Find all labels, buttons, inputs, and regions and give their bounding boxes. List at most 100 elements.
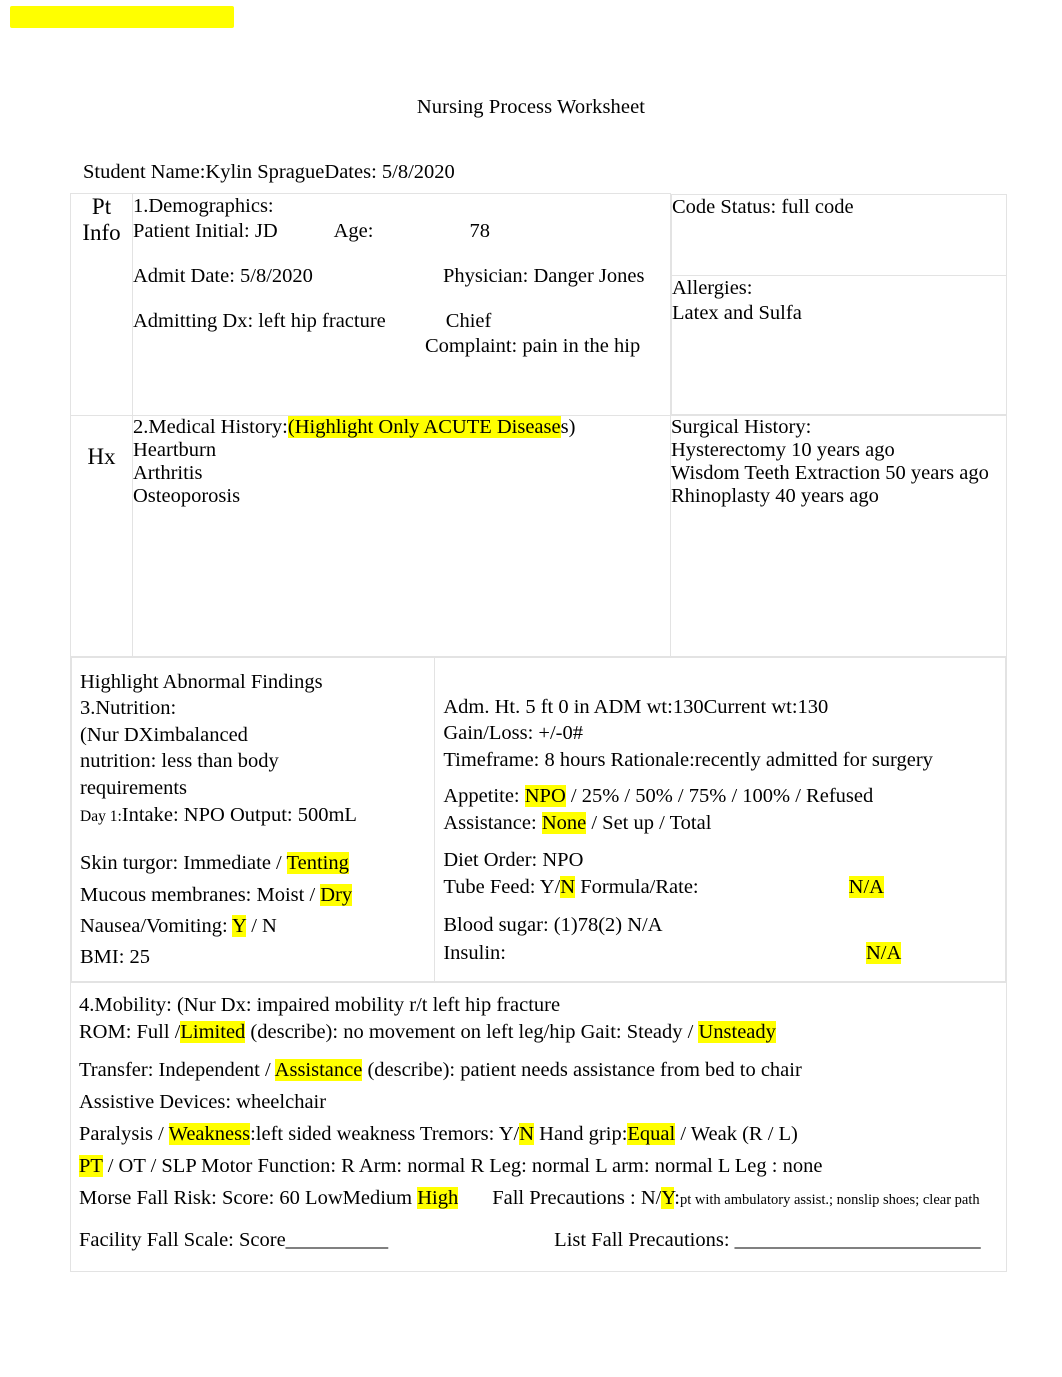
assistance-line: Assistance: None / Set up / Total xyxy=(443,810,999,837)
code-status-text: Code Status: full code xyxy=(672,195,854,218)
allergies-row: Allergies: Latex and Sulfa xyxy=(671,274,1007,415)
insulin-na: N/A xyxy=(865,941,902,964)
nutrition-nurdx-line1: (Nur DXimbalanced xyxy=(80,723,248,746)
row-label-hx: Hx xyxy=(70,414,133,657)
gain-loss: Gain/Loss: +/-0# xyxy=(443,722,584,745)
nausea-label: Nausea/Vomiting: xyxy=(80,914,233,937)
transfer-label: Transfer: Independent / xyxy=(79,1059,275,1082)
diet-order: Diet Order: NPO xyxy=(443,848,584,871)
medical-history-heading-highlight: (Highlight Only ACUTE Disease xyxy=(287,415,561,438)
medical-history-item: Heartburn xyxy=(133,438,217,461)
nausea-rest: / N xyxy=(246,914,277,937)
admitting-dx: Admitting Dx: left hip fracture xyxy=(133,310,386,332)
rom-value: Limited xyxy=(180,1020,246,1043)
facility-blank[interactable]: __________ xyxy=(286,1229,389,1251)
medical-history-item: Arthritis xyxy=(133,461,203,484)
chief-complaint: Complaint: pain in the hip xyxy=(425,335,641,357)
handgrip-rest: / Weak (R / L) xyxy=(675,1123,798,1146)
row-label-pt-line2: Info xyxy=(82,219,121,245)
fall-precautions-detail: pt with ambulatory assist.; nonslip shoe… xyxy=(679,1192,980,1209)
mobility-cell: 4.Mobility: (Nur Dx: impaired mobility r… xyxy=(70,981,1007,1273)
tube-feed-value: N xyxy=(560,876,576,899)
list-precautions-label: List Fall Precautions: xyxy=(554,1229,735,1252)
medical-history-heading: 2.Medical History: xyxy=(133,415,288,438)
allergies-cell: Allergies: Latex and Sulfa xyxy=(671,274,1007,415)
table-row-mobility: 4.Mobility: (Nur Dx: impaired mobility r… xyxy=(70,981,1007,1273)
surgical-history-cell: Surgical History: Hysterectomy 10 years … xyxy=(670,414,1007,657)
assistive-devices: Assistive Devices: wheelchair xyxy=(79,1091,327,1114)
page-title: Nursing Process Worksheet xyxy=(416,96,646,118)
assistance-label: Assistance: xyxy=(443,812,542,835)
nutrition-intake-output-line: Day 1:Intake: NPO Output: 500mL xyxy=(80,802,428,829)
age-value: 78 xyxy=(469,220,490,242)
morse-value: High xyxy=(417,1187,459,1210)
nausea-vomiting-line: Nausea/Vomiting: Y / N xyxy=(80,911,428,942)
transfer-line: Transfer: Independent / Assistance (desc… xyxy=(79,1055,1000,1087)
student-name-and-dates: Student Name:Kylin SpragueDates: 5/8/202… xyxy=(83,161,455,183)
fall-precautions-value: Y xyxy=(661,1187,675,1210)
tube-feed-line: Tube Feed: Y/N Formula/Rate: N/A xyxy=(443,874,999,902)
row-label-hx-text: Hx xyxy=(87,443,116,469)
day-label: Day 1: xyxy=(80,807,122,825)
rom-label: ROM: Full / xyxy=(79,1020,181,1043)
appetite-line: Appetite: NPO / 25% / 50% / 75% / 100% /… xyxy=(443,783,999,810)
tremors-value: N xyxy=(519,1123,535,1146)
worksheet-page: Nursing Process Worksheet Student Name:K… xyxy=(0,0,1062,1377)
surgical-history-label: Surgical History: xyxy=(671,415,812,438)
handgrip-value: Equal xyxy=(627,1123,676,1146)
timeframe-rationale: Timeframe: 8 hours Rationale:recently ad… xyxy=(443,748,933,771)
patient-initial: Patient Initial: JD xyxy=(133,220,278,242)
skin-turgor-line: Skin turgor: Immediate / Tenting xyxy=(80,848,428,879)
nutrition-nurdx-line3: requirements xyxy=(80,777,188,800)
medical-history-cell: 2.Medical History:(Highlight Only ACUTE … xyxy=(132,414,671,657)
appetite-value: NPO xyxy=(524,785,566,808)
medical-history-heading-tail: s) xyxy=(560,415,576,438)
rom-gait-line: ROM: Full /Limited (describe): no moveme… xyxy=(79,1019,1000,1046)
table-row-nutrition: Highlight Abnormal Findings 3.Nutrition:… xyxy=(70,655,1007,983)
age-label: Age: xyxy=(333,220,374,242)
paralysis-label: Paralysis / xyxy=(79,1123,169,1146)
mucous-membranes-line: Mucous membranes: Moist / Dry xyxy=(80,880,428,911)
facility-label: Facility Fall Scale: Score xyxy=(79,1229,286,1252)
top-highlight-bar xyxy=(10,6,234,28)
tube-feed-rest: Formula/Rate: xyxy=(575,876,699,899)
surgical-history-item: Wisdom Teeth Extraction 50 years ago xyxy=(671,461,989,484)
paralysis-tremors-line: Paralysis / Weakness:left sided weakness… xyxy=(79,1119,1000,1151)
bmi-line: BMI: 25 xyxy=(80,945,151,968)
nutrition-right-col: Adm. Ht. 5 ft 0 in ADM wt:130Current wt:… xyxy=(434,656,1006,982)
chief-label: Chief xyxy=(445,310,492,332)
intake-output: Intake: NPO Output: 500mL xyxy=(121,803,357,826)
skin-turgor-value: Tenting xyxy=(286,852,349,875)
blood-sugar: Blood sugar: (1)78(2) N/A xyxy=(443,914,663,937)
mucous-value: Dry xyxy=(320,883,353,906)
row-label-pt-line1: Pt xyxy=(91,194,112,219)
nutrition-heading: 3.Nutrition: xyxy=(80,697,177,720)
weakness-rest: :left sided weakness Tremors: Y/ xyxy=(250,1123,520,1146)
table-row-pt-info: Pt Info 1.Demographics: Patient Initial:… xyxy=(70,193,1007,416)
allergies-label: Allergies: xyxy=(672,276,753,299)
adm-height-weight: Adm. Ht. 5 ft 0 in ADM wt:130Current wt:… xyxy=(443,695,829,718)
surgical-history-item: Hysterectomy 10 years ago xyxy=(671,438,895,461)
highlight-abnormal-note: Highlight Abnormal Findings xyxy=(80,670,323,693)
fall-precautions-label: Fall Precautions : N/ xyxy=(492,1187,662,1210)
appetite-rest: / 25% / 50% / 75% / 100% / Refused xyxy=(565,785,874,808)
admit-date: Admit Date: 5/8/2020 xyxy=(133,265,313,287)
nausea-value: Y xyxy=(232,914,247,937)
demographics-heading: 1.Demographics: xyxy=(133,195,274,217)
weakness-value: Weakness xyxy=(168,1123,251,1146)
morse-fall-risk-line: Morse Fall Risk: Score: 60 LowMedium Hig… xyxy=(79,1183,1000,1215)
allergies-value: Latex and Sulfa xyxy=(672,301,802,324)
transfer-rest: (describe): patient needs assistance fro… xyxy=(362,1059,802,1082)
surgical-history-item: Rhinoplasty 40 years ago xyxy=(671,484,879,507)
rom-rest: (describe): no movement on left leg/hip … xyxy=(245,1020,699,1043)
pt-value: PT xyxy=(79,1155,103,1178)
medical-history-item: Osteoporosis xyxy=(133,484,241,507)
list-precautions-blank[interactable]: ________________________ xyxy=(735,1229,981,1251)
nutrition-nurdx-line2: nutrition: less than body xyxy=(80,750,279,773)
transfer-value: Assistance xyxy=(274,1059,363,1082)
code-status-cell: Code Status: full code xyxy=(671,193,1007,276)
demographics-cell: 1.Demographics: Patient Initial: JD Age: 7… xyxy=(132,193,671,416)
facility-fall-scale-line: Facility Fall Scale: Score__________ List… xyxy=(79,1225,1000,1257)
therapy-motor-function-line: PT / OT / SLP Motor Function: R Arm: nor… xyxy=(79,1151,1000,1183)
code-allergy-stack: Code Status: full code Allergies: Latex … xyxy=(671,193,1007,416)
